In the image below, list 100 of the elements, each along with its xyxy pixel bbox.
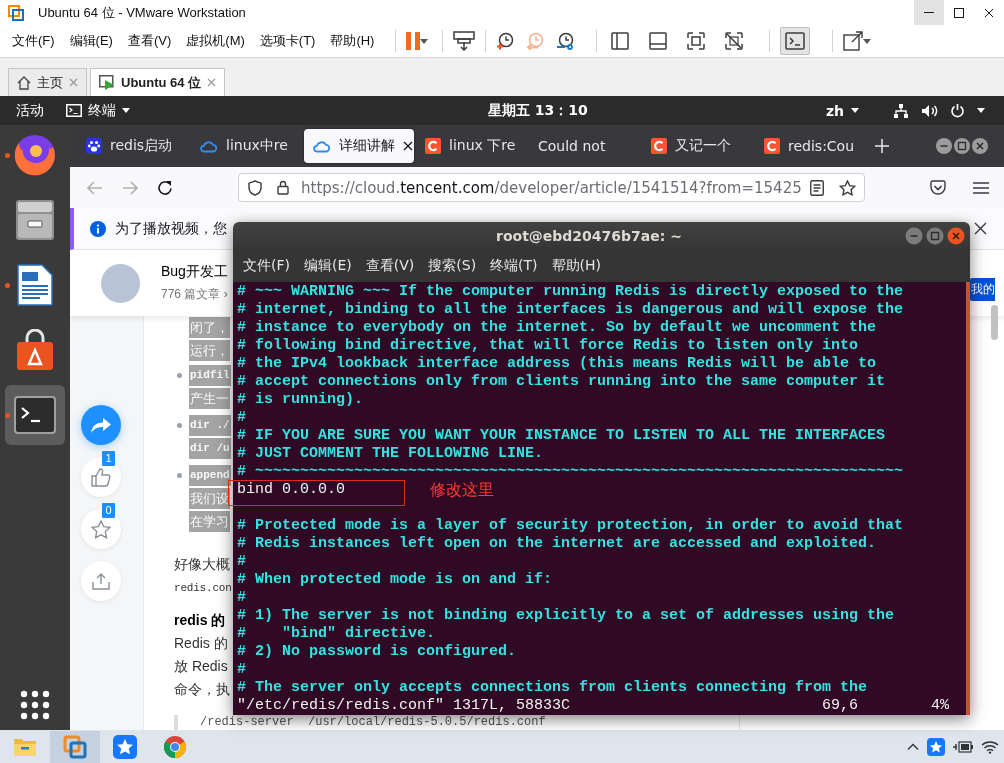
reload-icon[interactable] (157, 179, 173, 196)
article-text: redis.con (174, 581, 232, 594)
minimize-icon[interactable] (905, 227, 923, 245)
like-count-badge: 1 (102, 451, 115, 466)
curved-arrow-icon (91, 417, 111, 433)
menu-item[interactable]: 终端(T) (490, 257, 538, 275)
battery-plug-icon[interactable] (953, 740, 973, 753)
vm-tab[interactable]: Ubuntu 64 位 (90, 68, 226, 96)
close-icon[interactable] (403, 141, 413, 151)
app-grid-icon[interactable] (20, 690, 50, 720)
share-button[interactable] (81, 405, 121, 445)
bottom-panel-icon[interactable] (649, 32, 668, 50)
activities-button[interactable]: 活动 (16, 101, 44, 120)
star-icon (91, 519, 111, 539)
browser-tab[interactable]: 又记一个 (643, 129, 753, 163)
code-snippet: append (189, 465, 231, 486)
caret-icon[interactable] (863, 38, 872, 44)
menu-item[interactable]: 文件(F) (243, 257, 290, 275)
tricolour-ball-icon[interactable] (163, 734, 187, 759)
overlapping-squares-icon (8, 4, 24, 21)
input-method-menu[interactable]: zh (825, 102, 859, 119)
reader-view-icon[interactable] (810, 179, 824, 196)
stretch-icon[interactable] (843, 31, 864, 51)
menu-item[interactable]: 查看(V) (123, 32, 176, 50)
terminal-line: # Protected mode is a layer of security protection, in order to avoid that (237, 517, 904, 535)
browser-tab[interactable]: 详细讲解 (304, 129, 414, 163)
window-title: Ubuntu 64 位 - VMware Workstation (38, 3, 246, 22)
vm-tab[interactable]: 主页 (8, 68, 87, 96)
star-app-icon[interactable] (113, 734, 137, 759)
c-mark-icon (425, 138, 441, 154)
thumbs-up-icon (91, 467, 111, 487)
network-icon (893, 102, 909, 119)
menu-item[interactable]: 文件(F) (8, 32, 59, 50)
annotation-label: 修改这里 (430, 481, 494, 499)
minimize-icon[interactable] (936, 138, 952, 154)
notification-text: 为了播放视频，您 (115, 219, 227, 238)
browser-tab[interactable]: Could not (530, 129, 640, 163)
shopping-bag-icon[interactable] (14, 329, 56, 371)
terminal-line: # "bind" directive. (237, 625, 436, 643)
scrollbar[interactable] (966, 282, 970, 715)
terminal-icon[interactable] (5, 385, 65, 445)
section-heading: redis 的 (174, 611, 226, 630)
terminal-icon[interactable] (780, 27, 811, 55)
wifi-icon[interactable] (981, 739, 999, 754)
clock-wrench-icon[interactable] (556, 32, 575, 50)
author-name[interactable]: Bug开发工 (161, 263, 228, 281)
menu-item[interactable]: 帮助(H) (326, 32, 379, 50)
caret-icon (977, 108, 985, 113)
terminal-line: # (237, 553, 246, 571)
menu-item[interactable]: 编辑(E) (304, 257, 352, 275)
pocket-icon[interactable] (930, 180, 946, 195)
cloud-icon (312, 139, 331, 153)
sidebar-layout-icon[interactable] (611, 32, 630, 50)
overlapping-squares-icon[interactable] (50, 730, 100, 763)
document-icon[interactable] (14, 264, 56, 306)
c-mark-icon (651, 138, 667, 154)
crossed-window-icon[interactable] (725, 32, 744, 50)
menu-item[interactable]: 虚拟机(M) (182, 32, 249, 50)
file-cabinet-icon[interactable] (14, 199, 56, 241)
lock-icon[interactable] (277, 180, 289, 195)
menu-item[interactable]: 编辑(E) (65, 32, 117, 50)
chevron-up-icon[interactable] (907, 743, 919, 750)
clock-plus-icon[interactable] (496, 32, 515, 50)
home-icon (17, 75, 31, 90)
menu-item[interactable]: 搜索(S) (428, 257, 477, 275)
caret-icon[interactable] (420, 38, 429, 44)
menu-item[interactable]: 选项卡(T) (255, 32, 320, 50)
terminal-line: bind 0.0.0.0 (237, 481, 346, 498)
menu-item[interactable]: 查看(V) (365, 257, 415, 275)
scrollbar-thumb[interactable] (991, 305, 998, 340)
plus-icon[interactable] (875, 139, 889, 153)
profile-button[interactable]: 我的 (970, 278, 995, 301)
browser-tab[interactable]: redis启动 (78, 129, 188, 163)
menu-icon[interactable] (973, 181, 989, 194)
article-count[interactable]: 776 篇文章 › (161, 286, 228, 303)
paw-icon (86, 138, 102, 154)
monitor-arrow-icon[interactable] (453, 31, 476, 51)
browser-tab[interactable]: linux 下re (417, 129, 527, 163)
app-menu[interactable]: 终端 (66, 101, 130, 120)
close-icon[interactable] (974, 222, 987, 235)
shield-icon[interactable] (248, 179, 262, 196)
browser-tab[interactable]: redis:Cou (756, 129, 866, 163)
terminal-line: # (237, 661, 246, 679)
star-app-icon[interactable] (927, 737, 945, 756)
cursor-position: 69,6 (822, 697, 859, 715)
menu-item[interactable]: 帮助(H) (551, 257, 602, 275)
maximize-icon[interactable] (926, 227, 944, 245)
terminal-line: # JUST COMMENT THE FOLLOWING LINE. (237, 445, 544, 463)
browser-tab[interactable]: linux中re (191, 129, 301, 163)
clock[interactable]: 星期五 13：10 (488, 101, 588, 120)
maximize-icon[interactable] (954, 138, 970, 154)
system-menu[interactable] (893, 102, 985, 119)
fox-globe-icon[interactable] (14, 134, 56, 176)
volume-icon (921, 103, 938, 118)
fullscreen-icon[interactable] (687, 32, 706, 50)
terminal-line: # ~~~ WARNING ~~~ If the computer running Redis is directly exposed to the (237, 283, 904, 301)
close-icon (984, 7, 994, 18)
pause-icon[interactable] (406, 32, 421, 50)
address-bar[interactable]: https://cloud.tencent.com/developer/article/1541514?from=15425 (238, 173, 865, 202)
star-icon[interactable] (839, 179, 856, 196)
